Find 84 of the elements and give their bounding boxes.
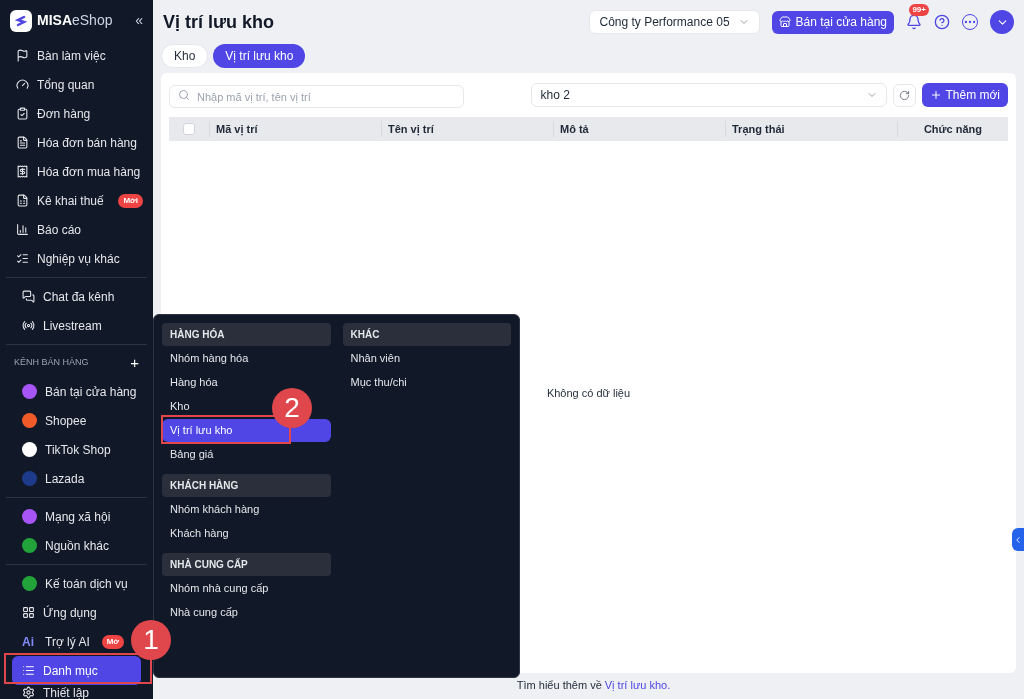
menu-icon [16,223,29,236]
menu-icon [22,664,35,677]
sidebar-item[interactable]: Danh mục [12,656,141,685]
notification-badge: 99+ [909,4,929,16]
chevron-left-icon [1013,534,1023,545]
sidebar-item[interactable]: Kê khai thuế Mới [6,186,147,215]
refresh-icon [899,89,911,101]
menu-item[interactable]: Nhóm nhà cung cấp [162,577,267,600]
add-button[interactable]: Thêm mới [922,83,1008,107]
menu-item[interactable]: Nhóm khách hàng [162,498,267,521]
menu-icon [16,165,29,178]
plus-icon [930,89,943,101]
sidebar-item[interactable]: Thiết lập [12,685,128,699]
menu-item[interactable]: Khách hàng [162,522,267,545]
section-title: KÊNH BÁN HÀNG [14,356,89,370]
sidebar-item[interactable]: Hóa đơn mua hàng [6,157,147,186]
logo-text: MISAeShop [37,11,113,30]
column-header: Tên vị trí [381,120,553,138]
store-icon [778,16,791,28]
logo-icon [10,9,32,32]
sidebar-item[interactable]: Mạng xã hội [12,502,141,531]
menu-item[interactable]: Nhân viên [342,347,448,370]
column-header: Trạng thái [725,120,897,138]
menu-item[interactable]: Kho [162,395,267,418]
sidebar-item[interactable]: TikTok Shop [12,435,141,464]
sidebar-item[interactable]: Livestream [12,311,141,340]
add-channel-button[interactable]: + [130,351,139,375]
tab[interactable]: Vị trí lưu kho [213,44,306,68]
refresh-button[interactable] [893,83,917,107]
menu-item[interactable]: Bảng giá [162,443,267,466]
menu-item[interactable]: Mục thu/chi [342,371,448,394]
menu-section-header: HÀNG HÓA [162,323,331,346]
empty-message: Không có dữ liệu [546,385,631,401]
sidebar-item[interactable]: Đơn hàng [6,99,147,128]
help-icon[interactable] [934,14,950,30]
page-title: Vị trí lưu kho [163,10,275,34]
menu-icon [16,194,29,207]
sidebar-item[interactable]: Hóa đơn bán hàng [6,128,147,157]
sidebar-item[interactable]: Kế toán dịch vụ [12,569,128,598]
menu-icon [22,290,35,303]
sidebar-item[interactable]: Bàn làm việc [6,41,147,70]
search-icon [178,88,190,101]
select-all-checkbox[interactable] [183,123,195,135]
side-tab-button[interactable] [1012,528,1024,551]
learn-more-link[interactable]: Vị trí lưu kho. [604,676,671,694]
account-button[interactable] [990,10,1014,34]
menu-section-header: KHÁC [342,323,511,346]
sidebar-item[interactable]: Báo cáo [6,215,147,244]
sidebar-item[interactable]: Ứng dụng [12,598,128,627]
sidebar-item[interactable]: Chat đa kênh [12,282,141,311]
menu-icon [16,252,29,265]
collapse-button[interactable]: « [135,10,143,31]
menu-icon [22,686,35,699]
ai-icon: Ai [22,632,37,651]
menu-icon [22,606,35,619]
sidebar-item[interactable]: Lazada [12,464,141,493]
menu-icon [16,78,29,91]
column-header: Mô tả [553,120,725,138]
new-badge: Mới [118,193,143,208]
footer-text: Tìm hiểu thêm về [516,677,602,693]
menu-icon [16,136,29,149]
sidebar-item[interactable]: Bán tại cửa hàng [12,377,141,406]
search-field[interactable]: Nhập mã vị trí, tên vị trí [169,85,464,108]
menu-item[interactable]: Nhóm hàng hóa [162,347,267,370]
store-button[interactable]: Bán tại cửa hàng [771,10,894,34]
menu-item[interactable]: Hàng hóa [162,371,267,394]
sidebar-item[interactable]: Ai Trợ lý AI Mớ [12,627,128,656]
menu-item[interactable]: Vị trí lưu kho [162,419,331,442]
menu-section-header: NHÀ CUNG CẤP [162,553,331,576]
company-select[interactable]: Công ty Performance 05 [589,10,760,34]
tab[interactable]: Kho [161,44,209,68]
menu-icon [16,49,29,62]
sidebar-item[interactable]: Nghiệp vụ khác [6,244,147,273]
warehouse-select[interactable]: kho 2 [531,83,888,107]
new-badge: Mớ [101,634,124,649]
column-header: Chức năng [897,120,1008,138]
menu-icon [16,107,29,120]
sidebar-item[interactable]: Shopee [12,406,141,435]
notification-icon[interactable] [906,14,922,30]
sidebar-item[interactable]: Tổng quan [6,70,147,99]
menu-section-header: KHÁCH HÀNG [162,474,331,497]
column-header: Mã vị trí [209,120,381,138]
sidebar-item[interactable]: Nguồn khác [12,531,141,560]
menu-icon [22,319,35,332]
